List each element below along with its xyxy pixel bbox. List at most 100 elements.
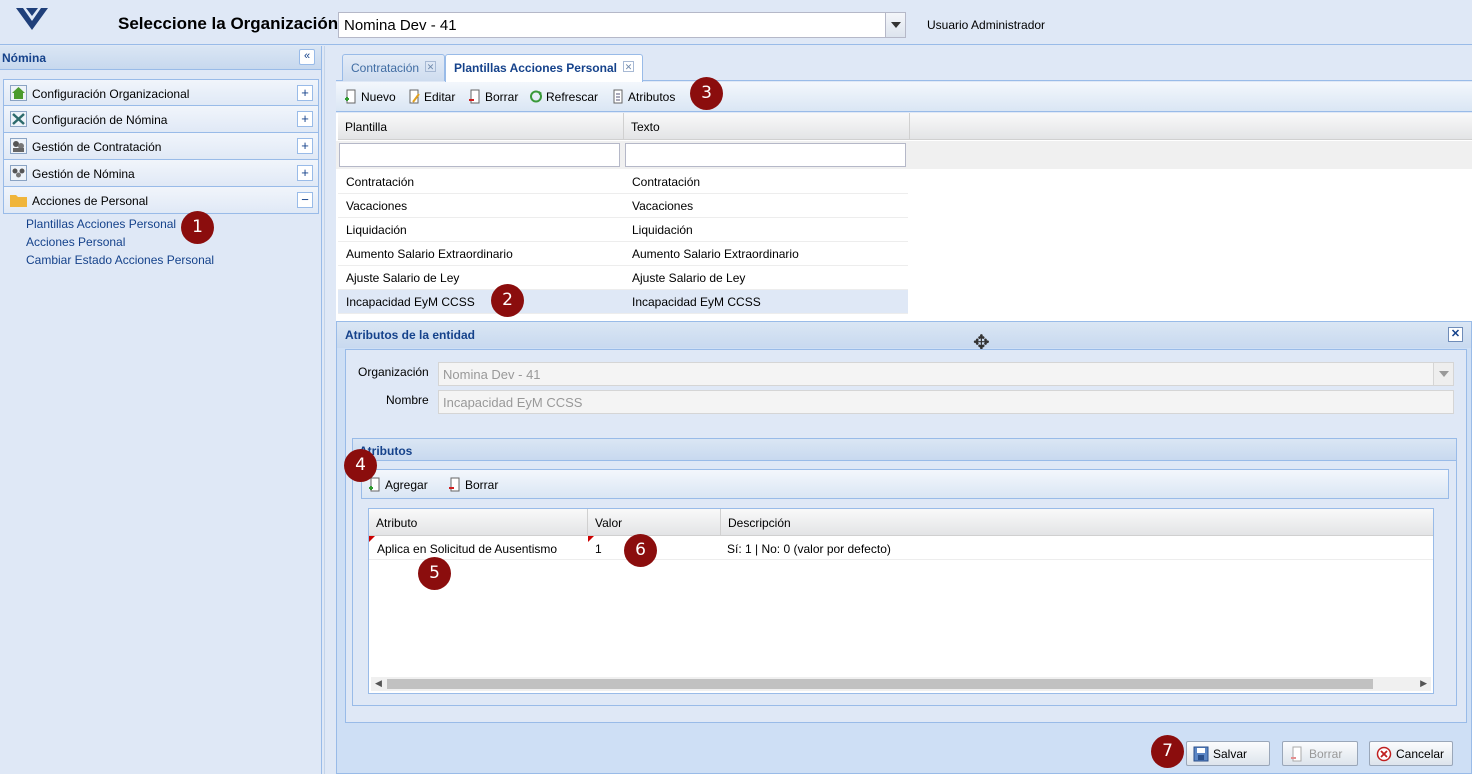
- nav-list: Configuración Organizacional + Configura…: [3, 79, 319, 214]
- tab-label: Contratación: [351, 61, 420, 75]
- sidebar-item-configuracion-nomina[interactable]: Configuración de Nómina +: [3, 106, 319, 133]
- chevron-down-icon[interactable]: [885, 13, 905, 37]
- dialog-footer: Salvar Borrar Cancelar: [337, 725, 1471, 773]
- column-header-atributo[interactable]: Atributo: [369, 509, 588, 536]
- sidebar-item-label: Acciones de Personal: [32, 194, 149, 208]
- org-select[interactable]: Nomina Dev - 41: [338, 12, 906, 38]
- expand-icon[interactable]: +: [297, 165, 313, 181]
- close-icon[interactable]: ✕: [1448, 327, 1463, 342]
- tab-label: Plantillas Acciones Personal: [454, 61, 617, 75]
- horizontal-scrollbar[interactable]: ◀ ▶: [371, 677, 1431, 691]
- cell-texto: Ajuste Salario de Ley: [632, 271, 746, 285]
- tab-contratacion[interactable]: Contratación ✕: [342, 54, 446, 81]
- collapse-panel-icon[interactable]: «: [299, 49, 315, 65]
- column-header-valor[interactable]: Valor: [588, 509, 721, 536]
- add-doc-icon: [345, 89, 356, 104]
- borrar-button[interactable]: Borrar: [468, 89, 518, 104]
- refrescar-button[interactable]: Refrescar: [529, 89, 598, 104]
- company-logo-icon: [16, 8, 48, 30]
- close-icon[interactable]: ✕: [622, 61, 634, 72]
- sidebar-item-label: Configuración Organizacional: [32, 87, 190, 101]
- table-row[interactable]: Ajuste Salario de Ley Ajuste Salario de …: [338, 266, 908, 290]
- table-row[interactable]: Vacaciones Vacaciones: [338, 194, 908, 218]
- table-row[interactable]: Aplica en Solicitud de Ausentismo 1 Sí: …: [369, 536, 1433, 560]
- chevron-down-icon: [1433, 363, 1453, 385]
- sidebar: Nómina « Configuración Organizacional + …: [0, 46, 322, 774]
- expand-icon[interactable]: +: [297, 85, 313, 101]
- callout-marker-1: 1: [181, 211, 214, 244]
- borrar-dialog-button[interactable]: Borrar: [1282, 741, 1358, 766]
- sidebar-link-cambiar-estado[interactable]: Cambiar Estado Acciones Personal: [26, 253, 214, 271]
- scroll-left-icon[interactable]: ◀: [375, 678, 382, 689]
- table-row-selected[interactable]: Incapacidad EyM CCSS Incapacidad EyM CCS…: [338, 290, 908, 314]
- expand-icon[interactable]: +: [297, 138, 313, 154]
- callout-marker-6: 6: [624, 534, 657, 567]
- org-select-value: Nomina Dev - 41: [344, 17, 457, 34]
- sidebar-title: Nómina: [2, 51, 47, 65]
- collapse-icon[interactable]: −: [297, 192, 313, 208]
- sidebar-item-gestion-nomina[interactable]: Gestión de Nómina +: [3, 160, 319, 187]
- scroll-right-icon[interactable]: ▶: [1420, 678, 1427, 689]
- splitter[interactable]: [324, 46, 336, 774]
- name-field: Incapacidad EyM CCSS: [438, 390, 1454, 414]
- callout-marker-4: 4: [344, 449, 377, 482]
- delete-doc-icon: [449, 477, 460, 492]
- agregar-label: Agregar: [385, 477, 428, 492]
- salvar-button[interactable]: Salvar: [1186, 741, 1270, 766]
- org-select-label: Seleccione la Organización:: [118, 14, 344, 33]
- dialog-header[interactable]: Atributos de la entidad ✥ ✕: [337, 322, 1471, 354]
- cell-plantilla: Contratación: [346, 175, 415, 189]
- cell-texto: Vacaciones: [632, 199, 694, 213]
- expand-icon[interactable]: +: [297, 111, 313, 127]
- sidebar-item-configuracion-organizacional[interactable]: Configuración Organizacional +: [3, 79, 319, 106]
- cell-atributo[interactable]: Aplica en Solicitud de Ausentismo: [377, 542, 557, 556]
- cell-texto: Aumento Salario Extraordinario: [632, 247, 799, 261]
- top-header: Seleccione la Organización: Nomina Dev -…: [0, 0, 1472, 45]
- sidebar-item-label: Configuración de Nómina: [32, 113, 168, 127]
- grid-header: Atributo Valor Descripción: [369, 509, 1433, 536]
- close-icon[interactable]: ✕: [425, 61, 437, 72]
- borrar-attr-label: Borrar: [465, 477, 499, 492]
- name-field-label: Nombre: [386, 393, 429, 407]
- scroll-thumb[interactable]: [387, 679, 1373, 689]
- table-row[interactable]: Aumento Salario Extraordinario Aumento S…: [338, 242, 908, 266]
- sidebar-item-acciones-personal[interactable]: Acciones de Personal −: [3, 187, 319, 214]
- atributos-button[interactable]: Atributos: [611, 89, 675, 104]
- cell-plantilla: Vacaciones: [346, 199, 408, 213]
- delete-doc-icon: [1291, 746, 1302, 761]
- tab-strip: Contratación ✕ Plantillas Acciones Person…: [336, 51, 1472, 82]
- atributos-label: Atributos: [628, 89, 676, 104]
- add-doc-icon: [369, 477, 380, 492]
- filter-texto-input[interactable]: [625, 143, 906, 167]
- callout-marker-5: 5: [418, 557, 451, 590]
- column-header-plantilla[interactable]: Plantilla: [338, 113, 624, 140]
- sidebar-item-gestion-contratacion[interactable]: Gestión de Contratación +: [3, 133, 319, 160]
- column-header-descripcion[interactable]: Descripción: [721, 509, 1435, 536]
- nuevo-button[interactable]: Nuevo: [344, 89, 396, 104]
- editar-button[interactable]: Editar: [407, 89, 455, 104]
- table-row[interactable]: Contratación Contratación: [338, 170, 908, 194]
- group-icon: [10, 165, 27, 181]
- cell-descripcion: Sí: 1 | No: 0 (valor por defecto): [727, 542, 891, 556]
- table-row[interactable]: Liquidación Liquidación: [338, 218, 908, 242]
- cell-texto: Liquidación: [632, 223, 693, 237]
- users-icon: [10, 138, 27, 154]
- attributes-fieldset: Atributos Agregar Borrar Atributo Valor …: [352, 438, 1457, 706]
- dialog-title: Atributos de la entidad: [345, 328, 476, 342]
- column-header-texto[interactable]: Texto: [624, 113, 910, 140]
- borrar-attr-button[interactable]: Borrar: [448, 477, 498, 492]
- org-field-value: Nomina Dev - 41: [443, 367, 541, 382]
- tab-plantillas[interactable]: Plantillas Acciones Personal ✕: [445, 54, 643, 82]
- dirty-flag-icon: [588, 536, 594, 542]
- fieldset-header: Atributos: [353, 439, 1456, 461]
- cancelar-button[interactable]: Cancelar: [1369, 741, 1453, 766]
- cell-plantilla: Ajuste Salario de Ley: [346, 271, 460, 285]
- nuevo-label: Nuevo: [361, 89, 396, 104]
- agregar-button[interactable]: Agregar: [368, 477, 428, 492]
- sidebar-item-label: Gestión de Nómina: [32, 167, 135, 181]
- grid-toolbar: Nuevo Editar Borrar Refrescar Atributos: [336, 82, 1472, 112]
- cell-valor[interactable]: 1: [595, 542, 602, 556]
- filter-plantilla-input[interactable]: [339, 143, 620, 167]
- cell-texto: Incapacidad EyM CCSS: [632, 295, 761, 309]
- delete-doc-icon: [469, 89, 480, 104]
